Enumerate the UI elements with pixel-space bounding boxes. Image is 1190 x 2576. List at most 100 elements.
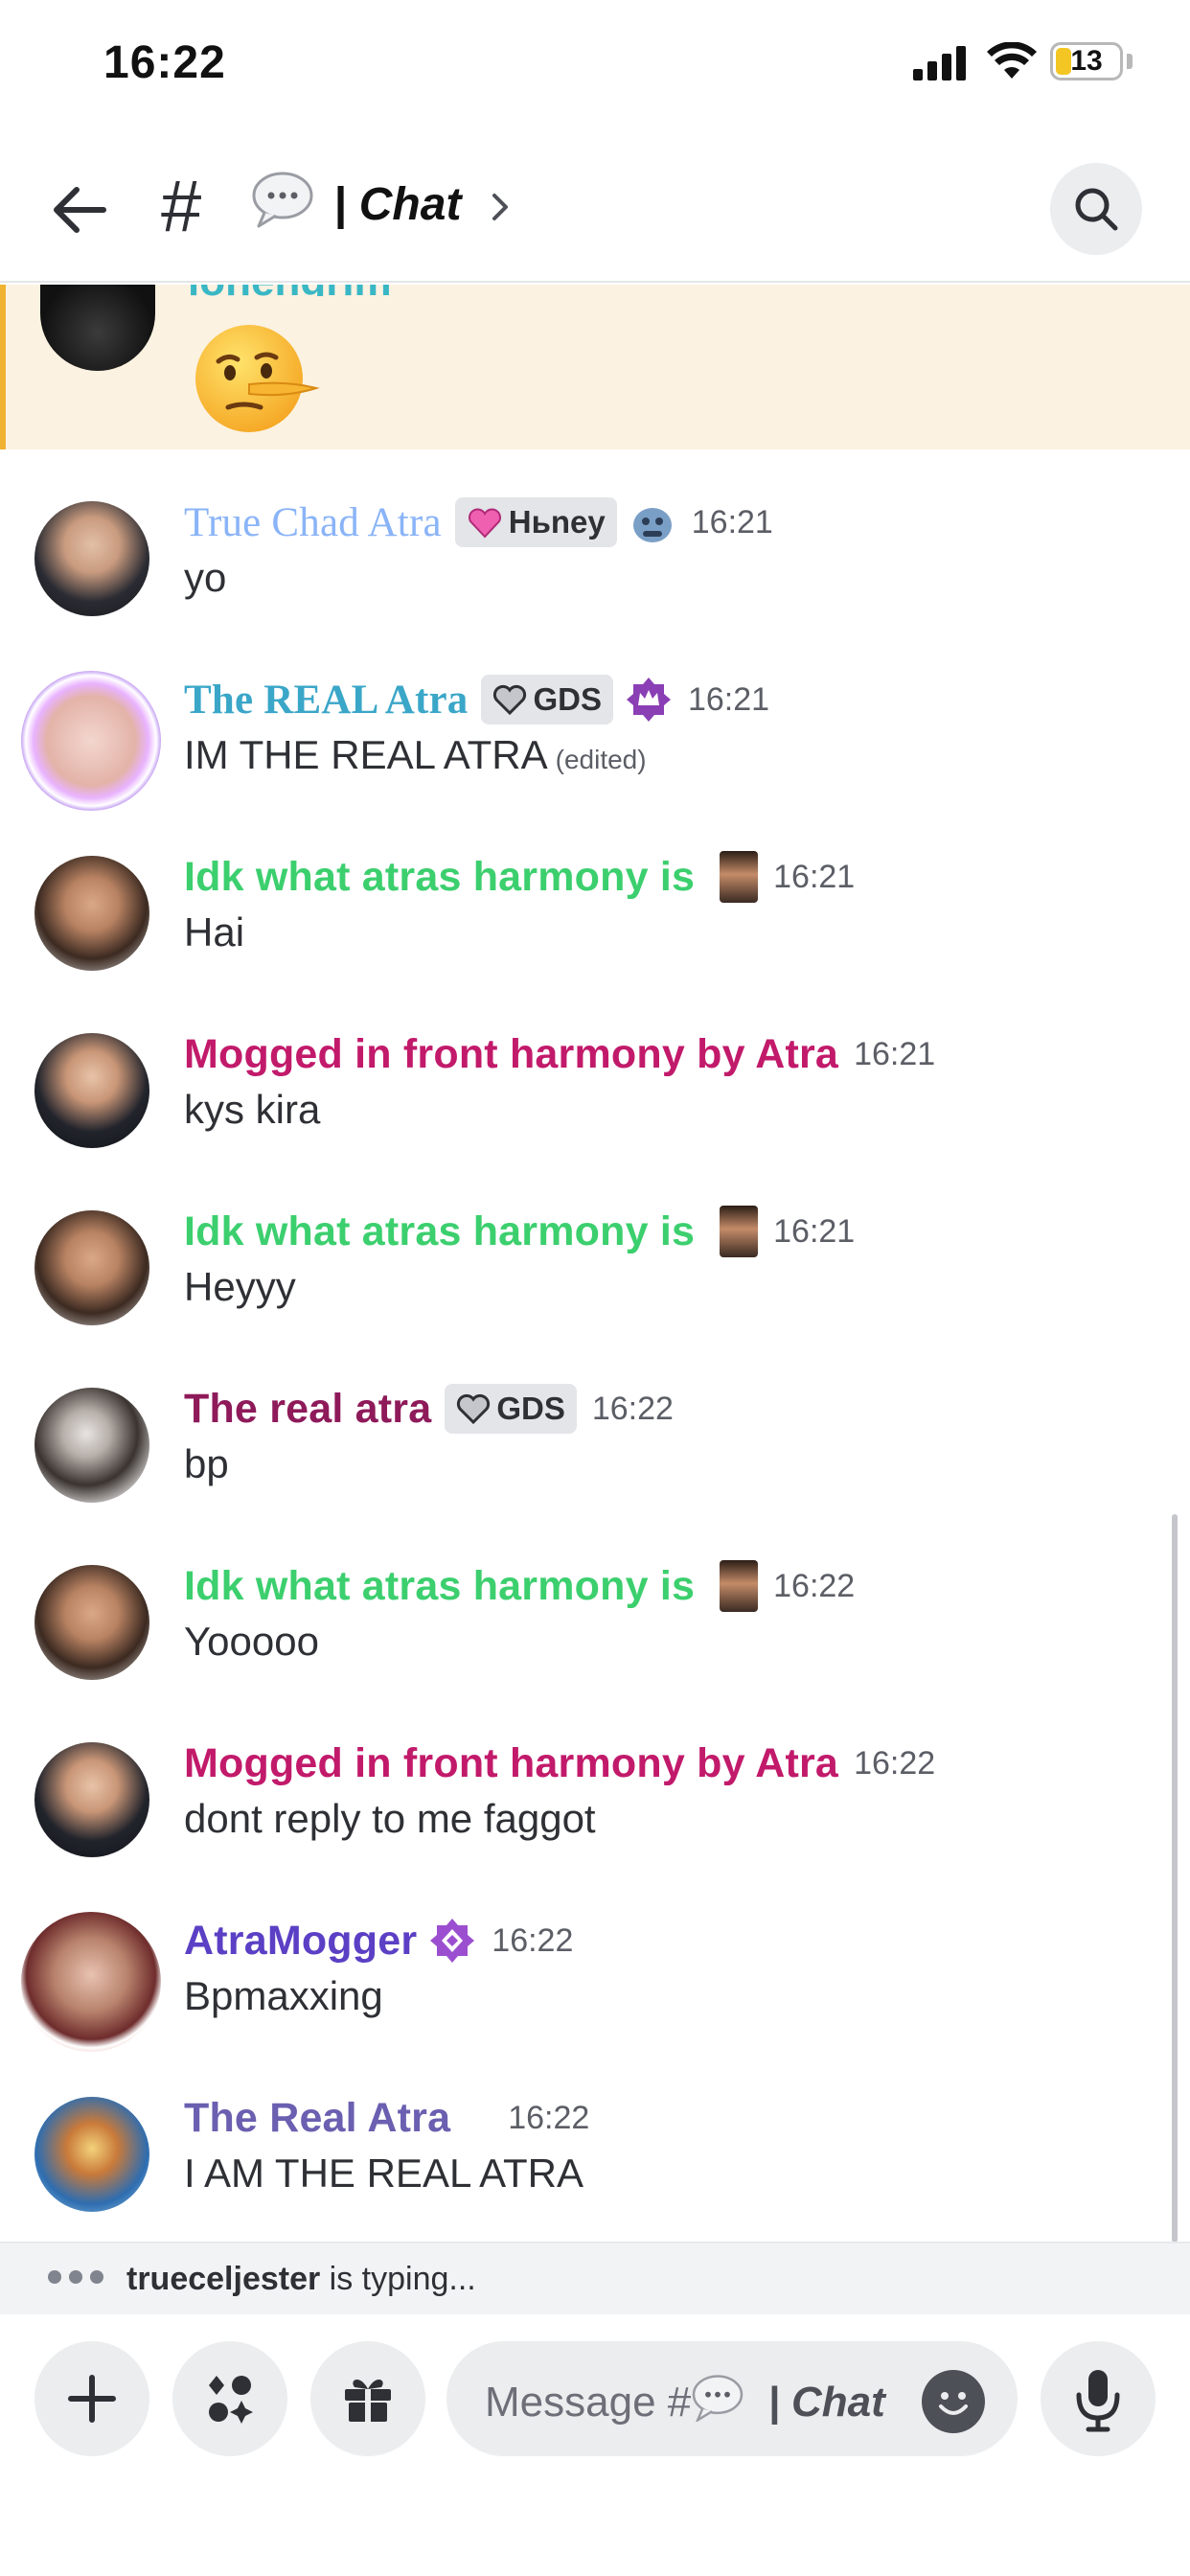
message-item[interactable]: The REAL Atra GDS 16:21 IM THE REAL ATRA… (0, 671, 1190, 849)
avatar[interactable] (34, 1033, 149, 1148)
message-list[interactable]: lohengrim True Chad Atra Hьney (0, 285, 1190, 2242)
message-author[interactable]: True Chad Atra (184, 499, 442, 546)
message-content: yo (184, 555, 227, 600)
message-input[interactable]: Message # | Chat (446, 2341, 1018, 2456)
placeholder-channel: | Chat (767, 2379, 885, 2426)
channel-hash-icon: # (161, 166, 202, 247)
cellular-signal-icon (913, 46, 971, 80)
message-content: kys kira (184, 1087, 321, 1132)
message-content: dont reply to me faggot (184, 1796, 596, 1841)
gift-button[interactable] (310, 2341, 425, 2456)
message-item[interactable]: Idk what atras harmony is 16:21 Heyyy (0, 1203, 1190, 1381)
message-content: I AM THE REAL ATRA (184, 2150, 584, 2196)
message-content: Yooooo (184, 1619, 319, 1664)
typing-user: trueceljester (126, 2261, 321, 2297)
avatar[interactable] (34, 1210, 149, 1325)
avatar[interactable] (34, 2097, 149, 2212)
chevron-right-icon[interactable] (487, 188, 514, 226)
avatar[interactable] (34, 1388, 149, 1503)
diamond-badge-icon (430, 1919, 475, 1963)
channel-header: # | Chat (0, 134, 1190, 283)
message-author[interactable]: AtraMogger (184, 1918, 417, 1965)
message-content-row: IM THE REAL ATRA (edited) (184, 732, 647, 778)
search-icon (1075, 188, 1118, 231)
heart-icon (493, 684, 527, 715)
avatar[interactable] (34, 1742, 149, 1857)
message-timestamp: 16:22 (508, 2099, 590, 2136)
placeholder-prefix: Message # (485, 2379, 692, 2426)
message-author[interactable]: The REAL Atra (184, 677, 468, 724)
plus-icon (68, 2375, 116, 2423)
apps-button[interactable] (172, 2341, 287, 2456)
avatar[interactable] (34, 501, 149, 616)
server-tag[interactable]: GDS (481, 675, 613, 724)
message-author[interactable]: The Real Atra (184, 2095, 450, 2142)
edited-label: (edited) (555, 745, 647, 774)
voice-message-button[interactable] (1041, 2341, 1156, 2456)
back-arrow-icon[interactable] (46, 176, 113, 243)
message-author[interactable]: Idk what atras harmony is (184, 854, 695, 901)
avatar[interactable] (21, 671, 161, 811)
message-item[interactable]: Mogged in front harmony by Atra 16:21 ky… (0, 1025, 1190, 1204)
typing-suffix: is typing... (320, 2261, 476, 2297)
avatar[interactable] (34, 1565, 149, 1680)
message-item[interactable]: Mogged in front harmony by Atra 16:22 do… (0, 1735, 1190, 1913)
portrait-role-icon (720, 1206, 759, 1257)
apps-icon (209, 2376, 253, 2424)
wifi-icon (987, 42, 1037, 79)
heart-icon (457, 1393, 491, 1424)
gift-icon (345, 2379, 391, 2422)
message-author[interactable]: Mogged in front harmony by Atra (184, 1031, 838, 1078)
server-tag-label: GDS (533, 681, 602, 717)
message-author[interactable]: Idk what atras harmony is (184, 1563, 695, 1610)
message-timestamp: 16:22 (854, 1744, 936, 1782)
message-item[interactable]: The real atra GDS 16:22 bp (0, 1380, 1190, 1558)
message-item[interactable]: The Real Atra 16:22 I AM THE REAL ATRA (0, 2089, 1190, 2242)
message-author[interactable]: lohengrim (188, 285, 392, 296)
avatar[interactable] (21, 1912, 161, 2052)
blue-creature-role-icon (632, 508, 672, 542)
message-timestamp: 16:21 (687, 680, 770, 718)
message-content: bp (184, 1441, 229, 1486)
message-content: IM THE REAL ATRA (184, 732, 548, 777)
highlighted-message[interactable]: lohengrim (0, 285, 1190, 449)
scrollbar[interactable] (1172, 1514, 1178, 2242)
channel-title[interactable]: | Chat (333, 178, 461, 231)
emoji-button[interactable] (922, 2370, 985, 2433)
message-item[interactable]: True Chad Atra Hьney 16:21 yo (0, 494, 1190, 672)
heart-gem-icon (468, 508, 501, 539)
message-timestamp: 16:22 (492, 1921, 574, 1959)
message-content: Bpmaxxing (184, 1973, 383, 2018)
crown-badge-icon (626, 678, 671, 722)
smile-icon (939, 2392, 968, 2415)
message-composer: Message # | Chat (0, 2314, 1190, 2576)
message-item[interactable]: Idk what atras harmony is 16:22 Yooooo (0, 1557, 1190, 1736)
portrait-role-icon (720, 1560, 759, 1612)
server-tag[interactable]: GDS (445, 1384, 577, 1434)
avatar[interactable] (40, 285, 155, 371)
message-item[interactable]: AtraMogger 16:22 Bpmaxxing (0, 1912, 1190, 2090)
speech-bubble-icon (692, 2375, 744, 2424)
add-attachment-button[interactable] (34, 2341, 149, 2456)
typing-indicator: trueceljester is typing... (0, 2242, 1190, 2314)
server-tag-label: GDS (496, 1391, 565, 1426)
server-tag[interactable]: Hьney (454, 497, 617, 547)
speech-bubble-icon (252, 172, 313, 228)
message-timestamp: 16:22 (591, 1390, 674, 1427)
message-author[interactable]: Mogged in front harmony by Atra (184, 1740, 838, 1787)
message-content: Hai (184, 909, 245, 954)
search-button[interactable] (1050, 163, 1142, 255)
status-time: 16:22 (103, 37, 226, 88)
message-content: Heyyy (184, 1264, 296, 1309)
message-author[interactable]: Idk what atras harmony is (184, 1208, 695, 1255)
message-input-placeholder: Message # | Chat (485, 2374, 885, 2426)
lying-face-emoji-icon (195, 325, 320, 432)
message-author[interactable]: The real atra (184, 1386, 431, 1433)
message-timestamp: 16:22 (773, 1567, 856, 1604)
avatar[interactable] (34, 856, 149, 971)
message-timestamp: 16:21 (773, 1212, 856, 1250)
message-timestamp: 16:21 (854, 1035, 936, 1072)
portrait-role-icon (720, 851, 759, 903)
server-tag-label: Hьney (508, 504, 606, 540)
message-item[interactable]: Idk what atras harmony is 16:21 Hai (0, 848, 1190, 1026)
